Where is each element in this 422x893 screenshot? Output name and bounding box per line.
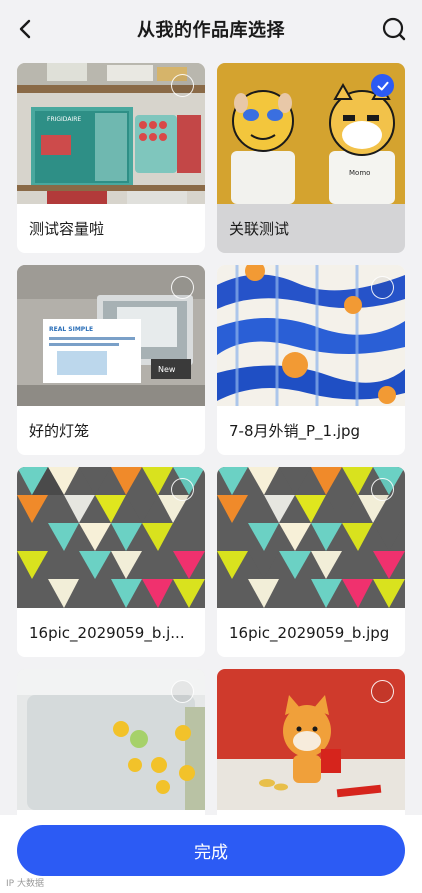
work-card[interactable]: REAL SIMPLE New 好的灯笼 <box>17 265 205 455</box>
work-card[interactable]: 16pic_2029059_b.j... <box>17 467 205 657</box>
thumb-sign-title: REAL SIMPLE <box>49 326 93 333</box>
thumb-brand-text: FRIGIDAIRE <box>47 116 81 123</box>
select-checkbox[interactable] <box>171 478 194 501</box>
select-checkbox[interactable] <box>371 680 394 703</box>
watermark-text: IP 大数据 <box>6 879 44 889</box>
bottom-bar: 完成 IP 大数据 <box>0 815 422 893</box>
work-title: 关联测试 <box>229 220 290 238</box>
work-title: 好的灯笼 <box>29 422 90 440</box>
done-button[interactable]: 完成 <box>17 825 405 876</box>
work-card[interactable]: 16pic_2029059_b.jpg <box>217 467 405 657</box>
search-icon <box>382 17 406 41</box>
select-checkbox[interactable] <box>171 74 194 97</box>
back-button[interactable] <box>10 13 42 45</box>
work-card[interactable]: FRIGIDAIRE 测试容量啦 <box>17 63 205 253</box>
check-icon <box>377 81 388 90</box>
select-checkbox[interactable] <box>371 74 394 97</box>
header-bar: 从我的作品库选择 <box>0 0 422 58</box>
work-title: 16pic_2029059_b.jpg <box>229 623 390 642</box>
page-title: 从我的作品库选择 <box>137 20 285 41</box>
search-button[interactable] <box>378 13 410 45</box>
select-checkbox[interactable] <box>171 680 194 703</box>
chevron-left-icon <box>19 19 31 39</box>
select-checkbox[interactable] <box>171 276 194 299</box>
work-card[interactable]: Momo 关联测试 <box>217 63 405 253</box>
work-title: 7-8月外销_P_1.jpg <box>229 422 361 440</box>
select-checkbox[interactable] <box>371 276 394 299</box>
thumb-new-tag: New <box>158 365 176 374</box>
thumb-shirt-text: Momo <box>349 169 370 177</box>
select-checkbox[interactable] <box>371 478 394 501</box>
work-card[interactable]: 7-8月外销_P_1.jpg <box>217 265 405 455</box>
work-title: 16pic_2029059_b.j... <box>29 623 185 642</box>
works-grid: FRIGIDAIRE 测试容量啦 Momo 关联测试 REAL SIMPLE N… <box>17 63 407 859</box>
work-title: 测试容量啦 <box>29 220 105 238</box>
